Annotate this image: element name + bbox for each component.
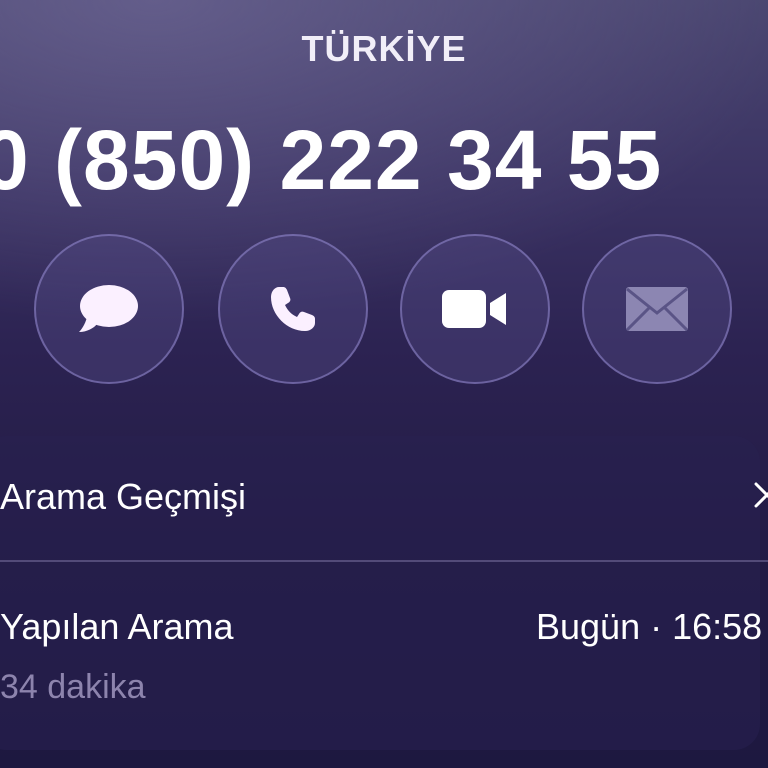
call-button[interactable]: [218, 234, 368, 384]
video-call-button[interactable]: [400, 234, 550, 384]
divider: [0, 560, 768, 562]
call-entry-type: Yapılan Arama: [0, 606, 234, 647]
call-entry-time: Bugün · 16:58: [536, 606, 763, 647]
action-buttons: [34, 234, 734, 388]
message-bubble-icon: [79, 285, 138, 332]
message-button[interactable]: [34, 234, 184, 384]
phone-icon: [271, 287, 315, 331]
mail-envelope-icon: [625, 287, 689, 332]
video-camera-icon: [442, 290, 506, 328]
call-entry-duration: 34 dakika: [0, 668, 146, 706]
country-label: TÜRKİYE: [301, 28, 467, 69]
close-icon[interactable]: [752, 480, 768, 510]
call-history-title: Arama Geçmişi: [0, 476, 247, 517]
mail-button[interactable]: [582, 234, 732, 384]
phone-number: 0 (850) 222 34 55: [0, 113, 663, 207]
